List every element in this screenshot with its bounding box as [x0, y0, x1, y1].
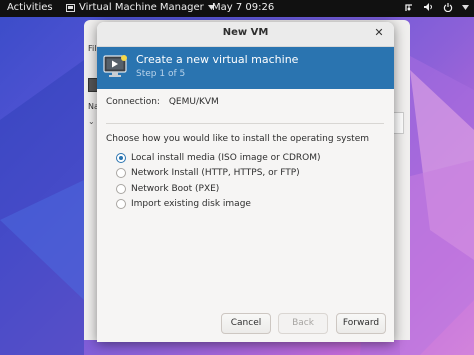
option-local-media[interactable]: Local install media (ISO image or CDROM) [116, 150, 321, 166]
connection-label: Connection: [106, 97, 160, 107]
dialog-title: New VM [222, 27, 269, 38]
forward-button[interactable]: Forward [336, 313, 386, 334]
install-question: Choose how you would like to install the… [106, 134, 369, 144]
connection-value: QEMU/KVM [168, 97, 219, 107]
close-icon[interactable]: ✕ [372, 26, 386, 40]
radio-network-install[interactable] [116, 168, 126, 179]
option-label: Import existing disk image [131, 199, 251, 210]
option-label: Network Install (HTTP, HTTPS, or FTP) [131, 168, 300, 179]
radio-network-boot[interactable] [116, 183, 126, 194]
wizard-title: Create a new virtual machine [136, 53, 299, 66]
separator [106, 123, 384, 124]
back-button[interactable]: Back [278, 313, 328, 334]
clock[interactable]: May 7 09:26 [212, 2, 274, 13]
volume-icon [424, 3, 432, 11]
top-bar: Activities Virtual Machine Manager May 7… [0, 0, 474, 17]
power-icon [443, 3, 453, 12]
cancel-button[interactable]: Cancel [221, 313, 271, 334]
option-import-disk[interactable]: Import existing disk image [116, 197, 321, 213]
option-network-boot[interactable]: Network Boot (PXE) [116, 181, 321, 197]
option-label: Network Boot (PXE) [131, 183, 220, 194]
menu-file-fragment[interactable]: Fil [88, 44, 96, 53]
network-icon [405, 4, 412, 11]
option-network-install[interactable]: Network Install (HTTP, HTTPS, or FTP) [116, 166, 321, 182]
activities-button[interactable]: Activities [7, 2, 53, 13]
app-menu-label: Virtual Machine Manager [79, 2, 204, 13]
wizard-step: Step 1 of 5 [136, 69, 186, 79]
chevron-down-icon: ⌄ [88, 117, 95, 126]
radio-local-media[interactable] [116, 152, 126, 163]
dialog-titlebar[interactable]: New VM ✕ [97, 22, 394, 47]
radio-import-disk[interactable] [116, 199, 126, 210]
connection-row: Connection: QEMU/KVM [106, 97, 219, 107]
chevron-down-icon [462, 4, 469, 10]
wizard-header: Create a new virtual machine Step 1 of 5 [97, 47, 394, 89]
install-options: Local install media (ISO image or CDROM)… [116, 150, 321, 212]
app-menu[interactable]: Virtual Machine Manager [66, 2, 215, 13]
new-vm-dialog: New VM ✕ Create a new virtual machine St… [97, 22, 394, 342]
system-tray[interactable] [404, 2, 469, 12]
option-label: Local install media (ISO image or CDROM) [131, 152, 321, 163]
app-window-icon [66, 3, 75, 12]
vm-monitor-icon [103, 55, 127, 77]
